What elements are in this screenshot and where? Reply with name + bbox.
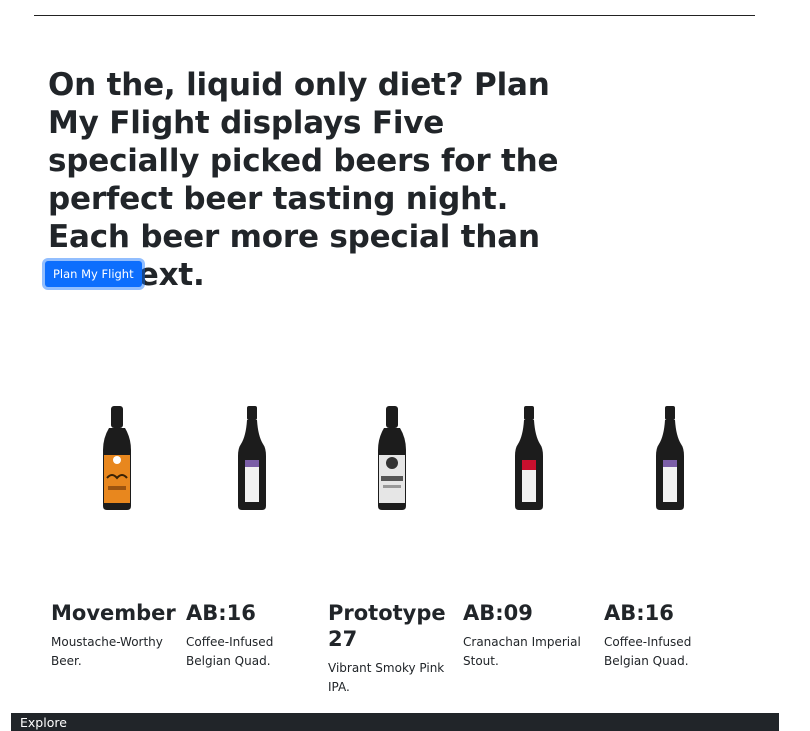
beer-name: Prototype 27 [328, 601, 446, 651]
beer-bottle-image [378, 406, 406, 510]
beer-bottle-image [656, 406, 684, 510]
beer-description: Coffee-Infused Belgian Quad. [186, 635, 274, 668]
footer-bar: Explore [11, 713, 779, 731]
beer-description: Vibrant Smoky Pink IPA. [328, 661, 445, 694]
beer-description: Coffee-Infused Belgian Quad. [604, 635, 692, 668]
hero-title: On the, liquid only diet? Plan My Flight… [48, 67, 559, 293]
top-divider [34, 15, 755, 16]
beer-name: AB:09 [463, 601, 533, 625]
beer-bottle-image [103, 406, 131, 510]
beer-name: Movember [51, 601, 176, 625]
plan-my-flight-button[interactable]: Plan My Flight [45, 261, 142, 287]
beer-bottle-image [238, 406, 266, 510]
beer-name: AB:16 [186, 601, 256, 625]
footer-explore-link[interactable]: Explore [20, 714, 67, 731]
beer-name: AB:16 [604, 601, 674, 625]
beer-description: Moustache-Worthy Beer. [51, 635, 163, 668]
beer-bottle-image [515, 406, 543, 510]
beer-description: Cranachan Imperial Stout. [463, 635, 581, 668]
